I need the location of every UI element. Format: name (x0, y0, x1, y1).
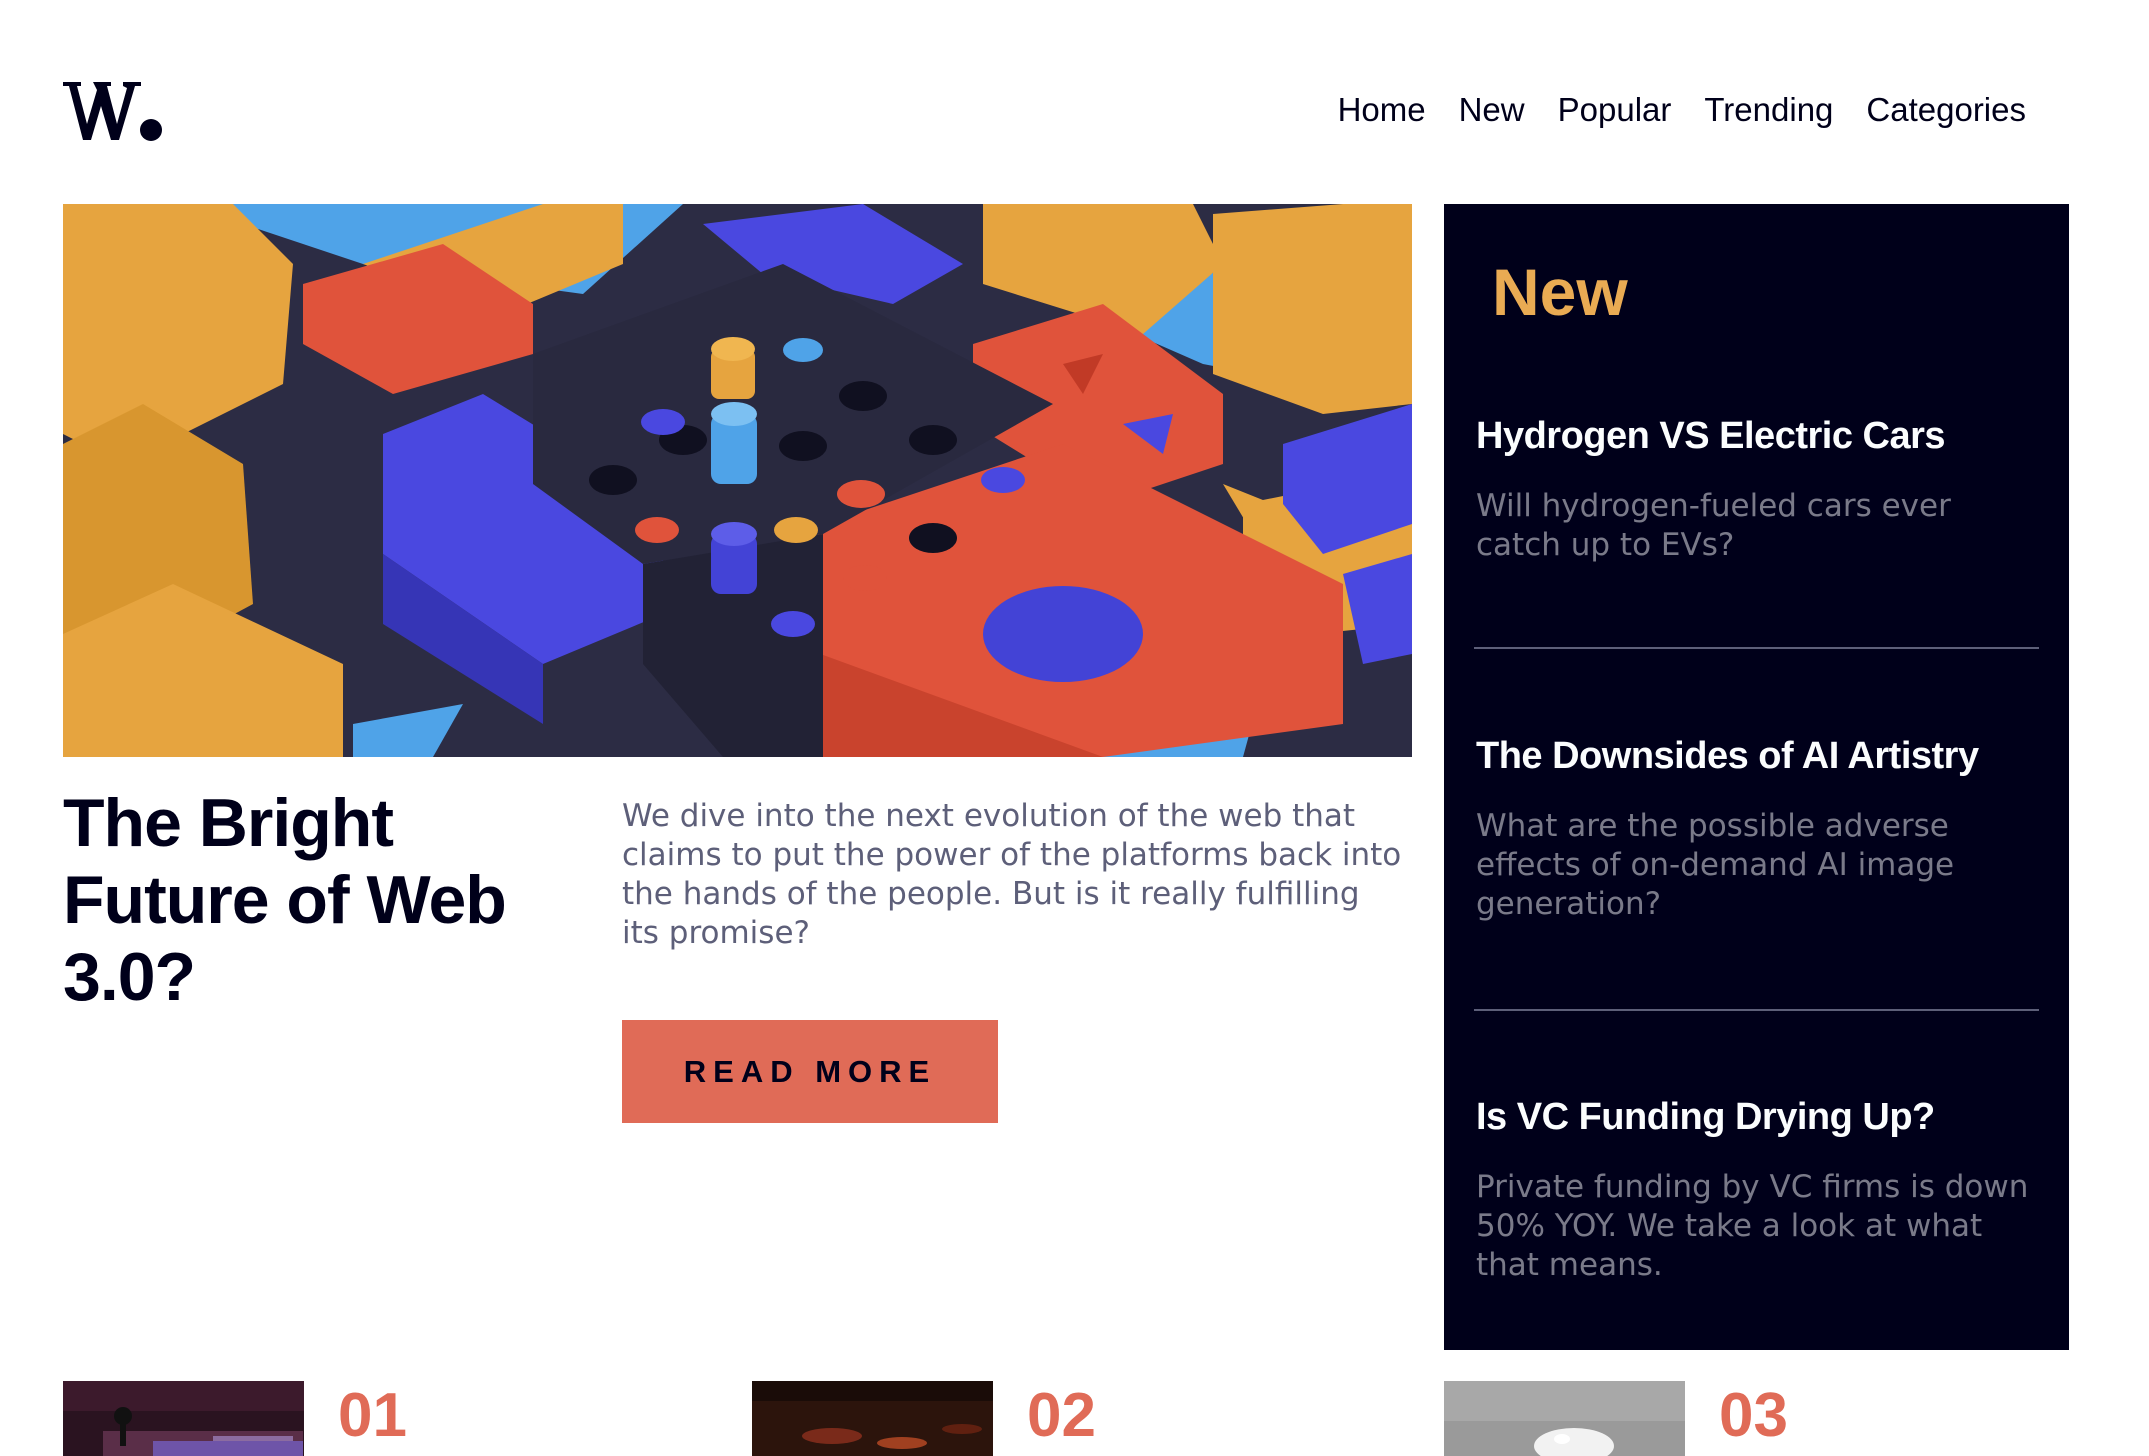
new-item-title[interactable]: Is VC Funding Drying Up? (1476, 1092, 2039, 1142)
nav-popular[interactable]: Popular (1558, 88, 1672, 132)
article-card-01[interactable]: 01 (63, 1381, 623, 1456)
article-number: 03 (1719, 1381, 1788, 1450)
article-thumbnail[interactable] (752, 1381, 993, 1456)
article-card-02[interactable]: 02 (752, 1381, 1312, 1456)
article-card-03[interactable]: 03 (1444, 1381, 2004, 1456)
site-logo[interactable] (63, 78, 163, 142)
new-panel-divider (1474, 647, 2039, 649)
gaming-controller-thumbnail (1444, 1381, 1685, 1456)
logo-w-mark-icon (63, 82, 162, 141)
nav-new[interactable]: New (1459, 88, 1525, 132)
nav-categories[interactable]: Categories (1866, 88, 2026, 132)
new-item-title[interactable]: The Downsides of AI Artistry (1476, 731, 2039, 781)
new-panel-divider (1474, 1009, 2039, 1011)
hero-description: We dive into the next evolution of the w… (622, 798, 1402, 951)
new-item-hydrogen-vs-electric[interactable]: Hydrogen VS Electric Cars Will hydrogen-… (1474, 411, 2039, 565)
new-item-vc-funding[interactable]: Is VC Funding Drying Up? Private funding… (1474, 1092, 2039, 1285)
new-item-ai-artistry[interactable]: The Downsides of AI Artistry What are th… (1474, 731, 2039, 924)
new-panel-heading: New (1492, 255, 1628, 329)
hero-title: The Bright Future of Web 3.0? (63, 785, 507, 1015)
main-nav: Home New Popular Trending Categories (1338, 88, 2026, 132)
hero-blocks-illustration (63, 204, 1412, 757)
hero-image (63, 204, 1412, 757)
article-thumbnail[interactable] (1444, 1381, 1685, 1456)
keyboard-thumbnail (752, 1381, 993, 1456)
read-more-button[interactable]: READ MORE (622, 1020, 998, 1123)
article-number: 01 (338, 1381, 407, 1450)
nav-trending[interactable]: Trending (1704, 88, 1833, 132)
article-thumbnail[interactable] (63, 1381, 304, 1456)
page: Home New Popular Trending Categories The… (0, 0, 2149, 1456)
retro-console-thumbnail (63, 1381, 304, 1456)
new-item-summary: Will hydrogen-fueled cars ever catch up … (1476, 488, 1951, 563)
new-item-summary: What are the possible adverse effects of… (1476, 808, 1955, 922)
new-item-summary: Private funding by VC firms is down 50% … (1476, 1169, 2029, 1283)
article-number: 02 (1027, 1381, 1096, 1450)
new-item-title[interactable]: Hydrogen VS Electric Cars (1476, 411, 2039, 461)
nav-home[interactable]: Home (1338, 88, 1426, 132)
new-articles-panel: New Hydrogen VS Electric Cars Will hydro… (1444, 204, 2069, 1350)
